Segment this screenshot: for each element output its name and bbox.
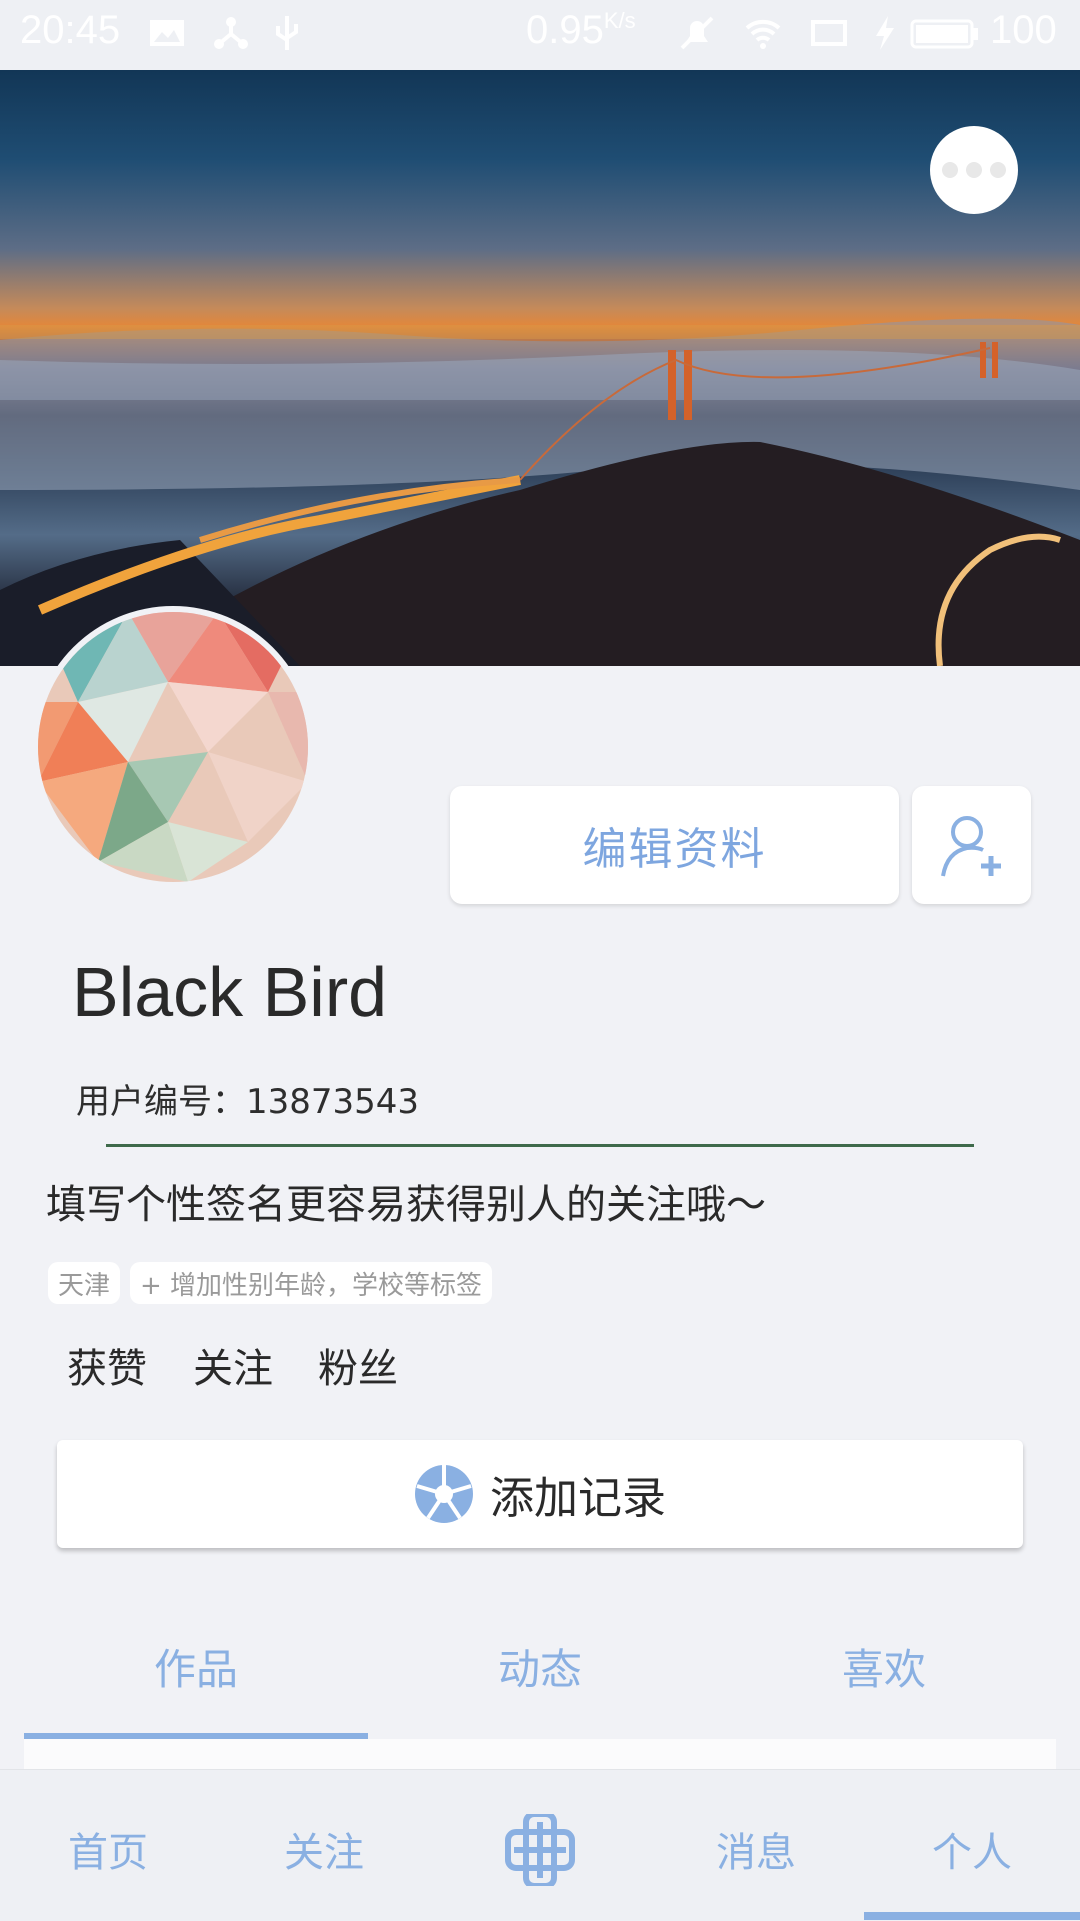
add-tags-button[interactable]: + 增加性别年龄，学校等标签	[130, 1262, 493, 1304]
camera-shutter-icon	[415, 1465, 473, 1523]
net-speed: 0.95K/s	[526, 8, 636, 52]
add-friend-button[interactable]	[912, 786, 1031, 904]
signature-text[interactable]: 填写个性签名更容易获得别人的关注哦～	[46, 1172, 766, 1230]
user-id: 用户编号：13873543	[76, 1082, 420, 1122]
location-tag[interactable]: 天津	[48, 1262, 121, 1304]
dot-icon	[966, 162, 982, 178]
profile-name: Black Bird	[72, 953, 388, 1031]
status-bar: 20:45 0.95K/s 100	[0, 0, 1080, 70]
stat-following[interactable]: 关注	[193, 1336, 273, 1394]
stat-fans[interactable]: 粉丝	[318, 1336, 398, 1394]
screen-icon	[811, 20, 847, 46]
share-nodes-icon	[214, 17, 248, 49]
edit-profile-button[interactable]: 编辑资料	[450, 786, 899, 904]
wifi-icon	[745, 19, 781, 49]
tab-activity[interactable]: 动态	[368, 1636, 712, 1697]
gallery-icon	[150, 20, 184, 46]
dot-icon	[990, 162, 1006, 178]
status-time: 20:45	[20, 8, 121, 52]
cover-image	[0, 70, 1080, 666]
avatar[interactable]	[32, 606, 314, 888]
nav-home[interactable]: 首页	[0, 1820, 216, 1878]
more-options-button[interactable]	[930, 126, 1018, 214]
nav-profile[interactable]: 个人	[864, 1820, 1080, 1878]
battery-icon	[910, 19, 978, 49]
nav-create-button[interactable]	[504, 1811, 576, 1889]
tab-likes[interactable]: 喜欢	[712, 1636, 1056, 1697]
add-record-button[interactable]: 添加记录	[57, 1440, 1023, 1548]
tab-works[interactable]: 作品	[24, 1636, 368, 1697]
stat-likes[interactable]: 获赞	[67, 1336, 147, 1394]
dot-icon	[942, 162, 958, 178]
avatar-image	[38, 612, 308, 882]
nav-messages[interactable]: 消息	[648, 1820, 864, 1878]
mute-icon	[680, 16, 714, 50]
nav-follow[interactable]: 关注	[216, 1820, 432, 1878]
battery-level: 100	[990, 8, 1057, 52]
charging-icon	[876, 16, 894, 50]
add-user-icon	[940, 816, 1001, 877]
create-icon	[505, 1811, 575, 1889]
divider	[106, 1144, 974, 1147]
add-record-label: 添加记录	[490, 1473, 666, 1524]
usb-icon	[276, 16, 298, 50]
nav-active-indicator	[864, 1912, 1080, 1920]
tab-content	[24, 1739, 1056, 1769]
